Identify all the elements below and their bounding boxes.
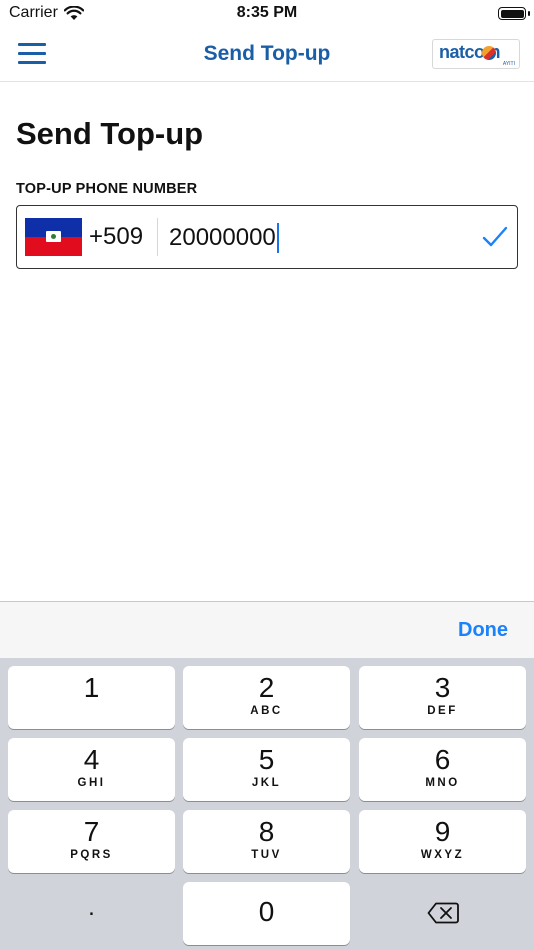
key-digit: 7: [83, 816, 100, 847]
checkmark-icon: [482, 226, 508, 247]
nav-bar: Send Top-up natcom AYITI: [0, 28, 534, 82]
logo-subtext: AYITI: [502, 61, 515, 67]
country-dial-code: +509: [89, 223, 144, 250]
key-digit: 6: [434, 744, 451, 775]
key-digit: 3: [434, 672, 451, 703]
backspace-button[interactable]: [359, 882, 526, 945]
key-digit: 9: [434, 816, 451, 847]
key-letters: DEF: [427, 705, 458, 717]
keyboard-accessory-bar: Done: [0, 601, 534, 658]
status-time: 8:35 PM: [236, 4, 298, 21]
key-letters: PQRS: [70, 849, 113, 861]
natcom-logo: natcom AYITI: [432, 39, 520, 69]
backspace-icon: [427, 902, 459, 924]
phone-number-field[interactable]: +509 20000000: [16, 205, 518, 269]
phone-number-label: TOP-UP PHONE NUMBER: [16, 181, 198, 197]
key-digit: 8: [258, 816, 275, 847]
phone-number-value: 20000000: [169, 224, 276, 251]
key-0[interactable]: 0: [183, 882, 350, 945]
text-caret: [276, 223, 279, 253]
hamburger-icon[interactable]: [18, 43, 46, 65]
page-title: Send Top-up: [16, 116, 204, 151]
key-digit: 5: [258, 744, 275, 775]
key-digit: 1: [83, 672, 100, 703]
key-letters: MNO: [425, 777, 460, 789]
status-bar: Carrier 8:35 PM: [0, 0, 534, 28]
key-digit: 2: [258, 672, 275, 703]
battery-icon: [498, 7, 530, 20]
key-8[interactable]: 8 TUV: [183, 810, 350, 873]
key-1[interactable]: 1: [8, 666, 175, 729]
decimal-glyph: .: [88, 894, 95, 921]
logo-ball-icon: [482, 46, 496, 60]
haiti-flag-icon[interactable]: [25, 218, 82, 256]
key-decimal[interactable]: .: [8, 882, 175, 945]
key-4[interactable]: 4 GHI: [8, 738, 175, 801]
numeric-keyboard: Done 1 2 ABC 3 DEF 4 GHI 5 JKL 6 MNO 7 P…: [0, 601, 534, 950]
key-9[interactable]: 9 WXYZ: [359, 810, 526, 873]
key-letters: TUV: [251, 849, 282, 861]
key-digit: 4: [83, 744, 100, 775]
phone-number-input[interactable]: 20000000: [169, 223, 279, 253]
key-letters: GHI: [77, 777, 106, 789]
key-letters: WXYZ: [420, 849, 465, 861]
key-6[interactable]: 6 MNO: [359, 738, 526, 801]
done-button[interactable]: Done: [458, 619, 508, 642]
key-7[interactable]: 7 PQRS: [8, 810, 175, 873]
key-2[interactable]: 2 ABC: [183, 666, 350, 729]
key-letters: JKL: [251, 777, 282, 789]
key-5[interactable]: 5 JKL: [183, 738, 350, 801]
key-digit: 0: [258, 896, 275, 927]
key-3[interactable]: 3 DEF: [359, 666, 526, 729]
field-divider: [157, 218, 158, 256]
key-letters: ABC: [250, 705, 283, 717]
